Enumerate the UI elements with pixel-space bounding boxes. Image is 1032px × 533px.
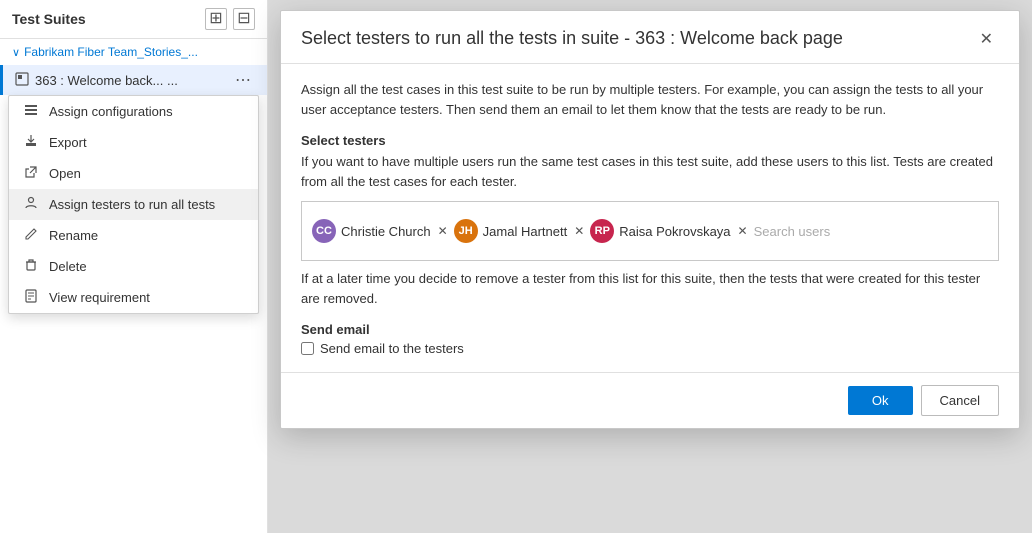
export-icon — [23, 134, 39, 151]
dialog-title: Select testers to run all the tests in s… — [301, 27, 843, 50]
send-email-checkbox-row: Send email to the testers — [301, 341, 999, 356]
suite-name: 363 : Welcome back... ... — [35, 73, 178, 88]
menu-label-assign-config: Assign configurations — [49, 104, 173, 119]
menu-label-assign-testers: Assign testers to run all tests — [49, 197, 215, 212]
avatar-jh: JH — [454, 219, 478, 243]
sidebar-title: Test Suites — [12, 11, 86, 27]
dialog-footer: Ok Cancel — [281, 372, 1019, 428]
tester-remove-jh[interactable]: ✕ — [574, 224, 584, 238]
menu-item-rename[interactable]: Rename — [9, 220, 258, 251]
suite-icon — [15, 72, 29, 89]
team-label[interactable]: Fabrikam Fiber Team_Stories_... — [0, 39, 267, 65]
tester-remove-cc[interactable]: ✕ — [438, 224, 448, 238]
assign-testers-icon — [23, 196, 39, 213]
send-email-heading: Send email — [301, 322, 999, 337]
main-area: Select testers to run all the tests in s… — [268, 0, 1032, 533]
dialog: Select testers to run all the tests in s… — [280, 10, 1020, 429]
menu-item-assign-testers[interactable]: Assign testers to run all tests — [9, 189, 258, 220]
tester-name-rp: Raisa Pokrovskaya — [619, 224, 730, 239]
suite-item[interactable]: 363 : Welcome back... ... ⋯ — [0, 65, 267, 95]
menu-item-view-req[interactable]: View requirement — [9, 282, 258, 313]
context-menu: Assign configurations Export Open — [8, 95, 259, 314]
tester-name-jh: Jamal Hartnett — [483, 224, 568, 239]
assign-config-icon — [23, 103, 39, 120]
tester-remove-rp[interactable]: ✕ — [738, 224, 748, 238]
sidebar-header-icons: ⊞ ⊟ — [205, 8, 255, 30]
menu-item-assign-config[interactable]: Assign configurations — [9, 96, 258, 127]
view-req-icon — [23, 289, 39, 306]
sidebar: Test Suites ⊞ ⊟ Fabrikam Fiber Team_Stor… — [0, 0, 268, 533]
menu-label-open: Open — [49, 166, 81, 181]
menu-label-delete: Delete — [49, 259, 87, 274]
menu-item-export[interactable]: Export — [9, 127, 258, 158]
open-icon — [23, 165, 39, 182]
rename-icon — [23, 227, 39, 244]
testers-box[interactable]: CC Christie Church ✕ JH Jamal Hartnett ✕ — [301, 201, 999, 261]
dialog-header: Select testers to run all the tests in s… — [281, 11, 1019, 64]
menu-item-delete[interactable]: Delete — [9, 251, 258, 282]
overlay: Select testers to run all the tests in s… — [268, 0, 1032, 533]
menu-item-open[interactable]: Open — [9, 158, 258, 189]
send-email-label[interactable]: Send email to the testers — [320, 341, 464, 356]
menu-label-rename: Rename — [49, 228, 98, 243]
sidebar-header: Test Suites ⊞ ⊟ — [0, 0, 267, 39]
delete-icon — [23, 258, 39, 275]
tester-chip-cc: CC Christie Church ✕ — [312, 219, 448, 243]
select-testers-sub: If you want to have multiple users run t… — [301, 152, 999, 191]
removal-note: If at a later time you decide to remove … — [301, 269, 999, 308]
add-suite-button[interactable]: ⊞ — [205, 8, 227, 30]
search-users[interactable]: Search users — [754, 222, 831, 241]
suite-item-left: 363 : Welcome back... ... — [15, 72, 178, 89]
remove-suite-button[interactable]: ⊟ — [233, 8, 255, 30]
cancel-button[interactable]: Cancel — [921, 385, 999, 416]
suite-more-button[interactable]: ⋯ — [231, 70, 255, 90]
intro-text: Assign all the test cases in this test s… — [301, 80, 999, 119]
tester-name-cc: Christie Church — [341, 224, 431, 239]
send-email-checkbox[interactable] — [301, 342, 314, 355]
tester-chip-rp: RP Raisa Pokrovskaya ✕ — [590, 219, 747, 243]
select-testers-heading: Select testers — [301, 133, 999, 148]
send-email-section: Send email Send email to the testers — [301, 322, 999, 356]
menu-label-view-req: View requirement — [49, 290, 150, 305]
tester-chip-jh: JH Jamal Hartnett ✕ — [454, 219, 585, 243]
menu-label-export: Export — [49, 135, 87, 150]
ok-button[interactable]: Ok — [848, 386, 913, 415]
dialog-close-button[interactable]: ✕ — [974, 27, 999, 51]
avatar-cc: CC — [312, 219, 336, 243]
avatar-rp: RP — [590, 219, 614, 243]
dialog-body: Assign all the test cases in this test s… — [281, 64, 1019, 372]
